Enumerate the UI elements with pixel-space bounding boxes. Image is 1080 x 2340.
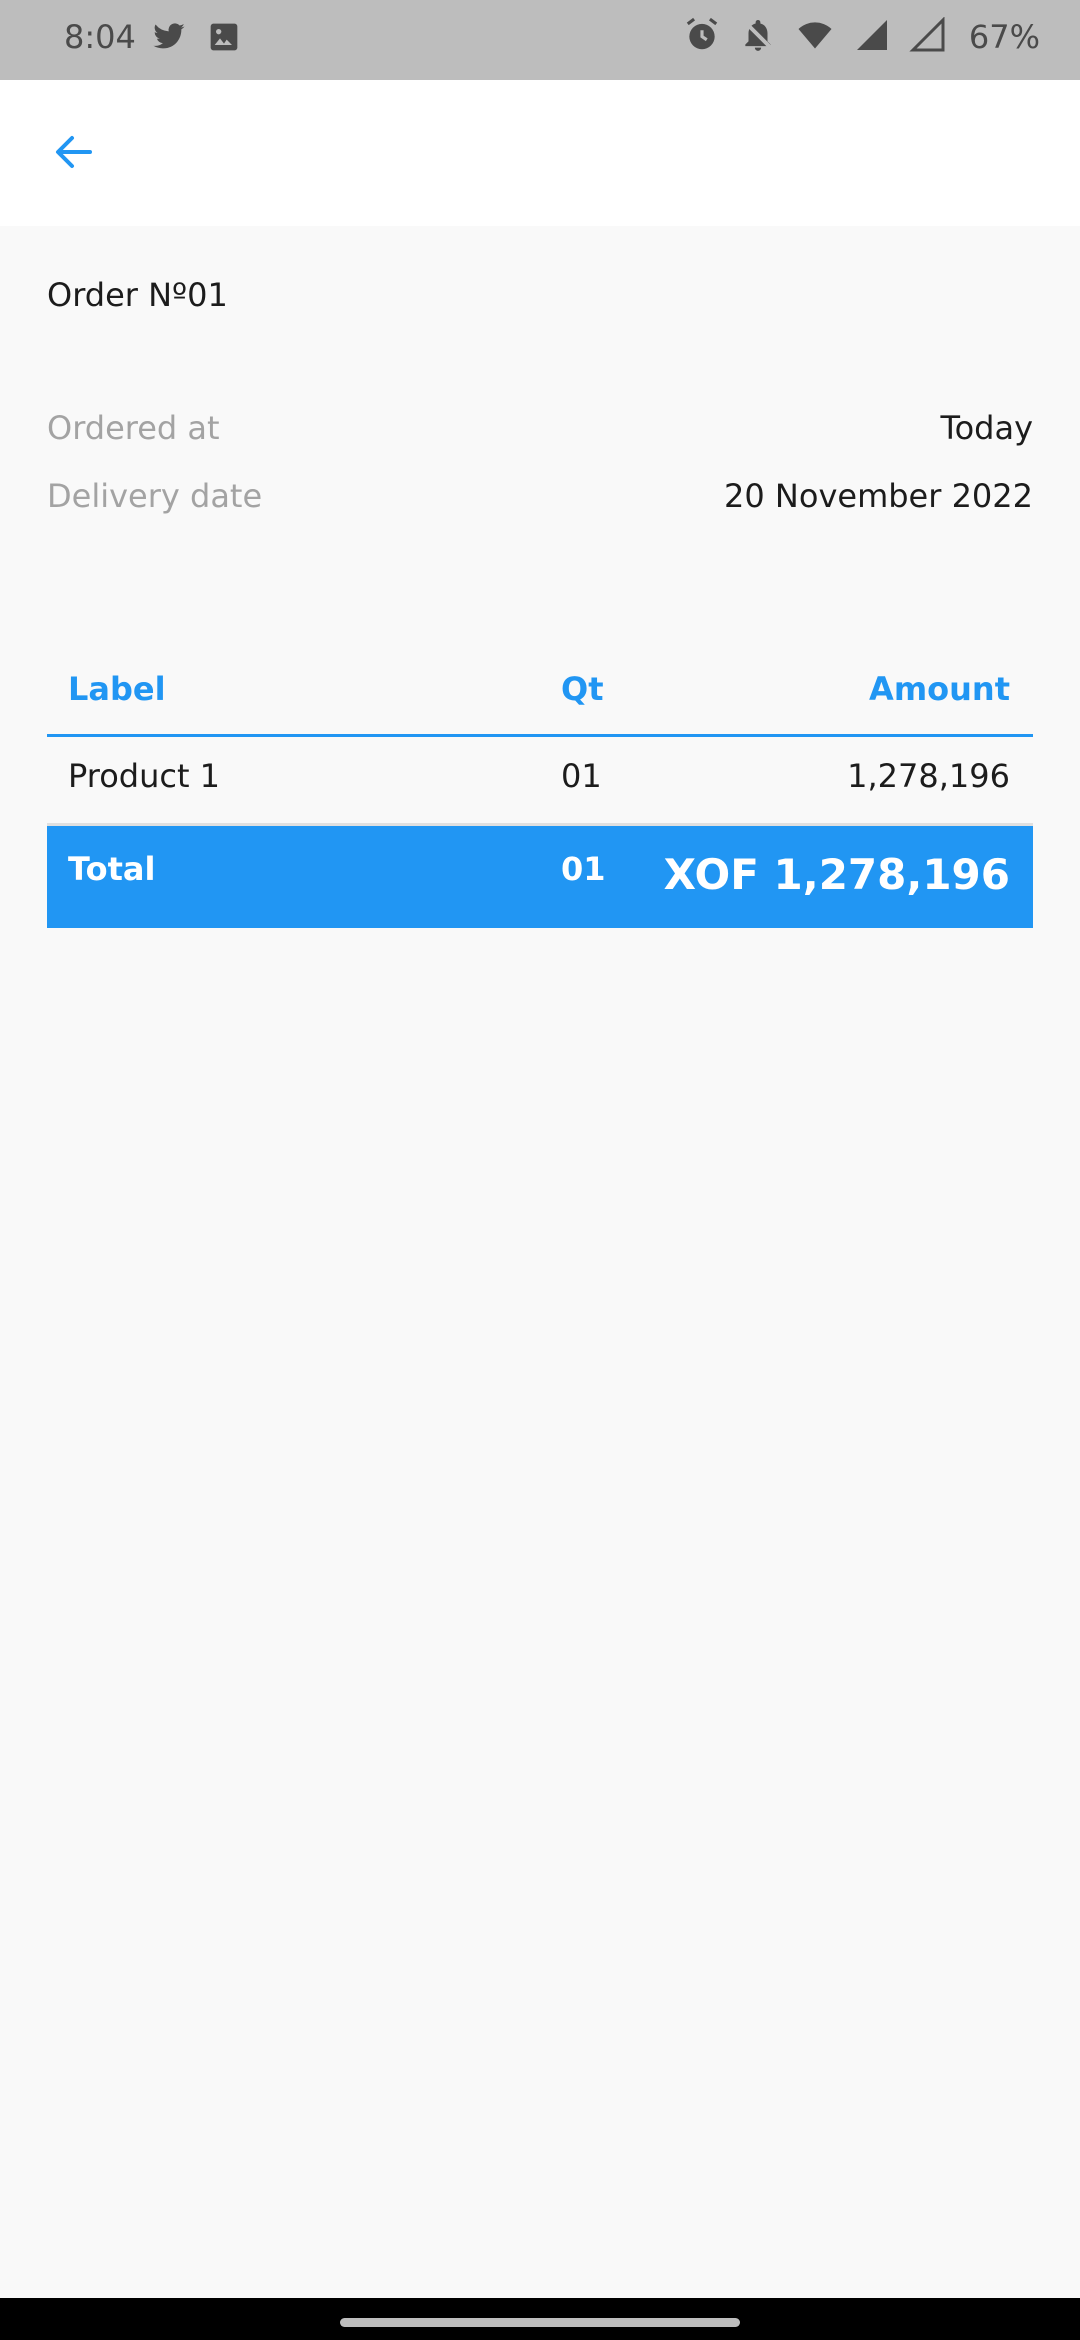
app-bar (0, 80, 1080, 226)
row-qt: 01 (561, 757, 602, 795)
total-amount: XOF 1,278,196 (663, 850, 1010, 899)
order-items-table: Label Qt Amount Product 1 01 1,278,196 T… (47, 660, 1033, 928)
header-amount: Amount (869, 670, 1010, 708)
status-right-icons: 67% (683, 16, 1040, 58)
header-label: Label (68, 670, 166, 708)
ordered-at-row: Ordered at Today (47, 406, 1033, 450)
row-amount: 1,278,196 (847, 757, 1010, 795)
delivery-date-value: 20 November 2022 (724, 477, 1033, 515)
arrow-left-icon (50, 128, 98, 180)
total-qt: 01 (561, 850, 606, 888)
navigation-bar (0, 2298, 1080, 2340)
status-left-icons (150, 20, 240, 58)
delivery-date-label: Delivery date (47, 477, 263, 515)
back-button[interactable] (44, 124, 104, 184)
order-title: Order Nº01 (47, 276, 228, 314)
signal-icon (909, 16, 947, 57)
twitter-icon (150, 20, 188, 58)
image-icon (208, 21, 240, 57)
table-total-row: Total 01 XOF 1,278,196 (47, 826, 1033, 928)
total-label: Total (68, 850, 156, 888)
ordered-at-label: Ordered at (47, 409, 220, 447)
signal-icon (853, 17, 891, 57)
header-qt: Qt (561, 670, 604, 708)
row-label: Product 1 (68, 757, 221, 795)
table-header: Label Qt Amount (47, 660, 1033, 737)
wifi-icon (795, 17, 835, 57)
battery-percentage: 67% (968, 18, 1040, 56)
ordered-at-value: Today (940, 409, 1033, 447)
delivery-date-row: Delivery date 20 November 2022 (47, 474, 1033, 518)
alarm-icon (683, 16, 721, 58)
table-row: Product 1 01 1,278,196 (47, 737, 1033, 826)
notifications-off-icon (739, 16, 777, 58)
status-time: 8:04 (64, 18, 136, 56)
home-indicator[interactable] (340, 2318, 740, 2327)
status-bar: 8:04 67% (0, 0, 1080, 80)
